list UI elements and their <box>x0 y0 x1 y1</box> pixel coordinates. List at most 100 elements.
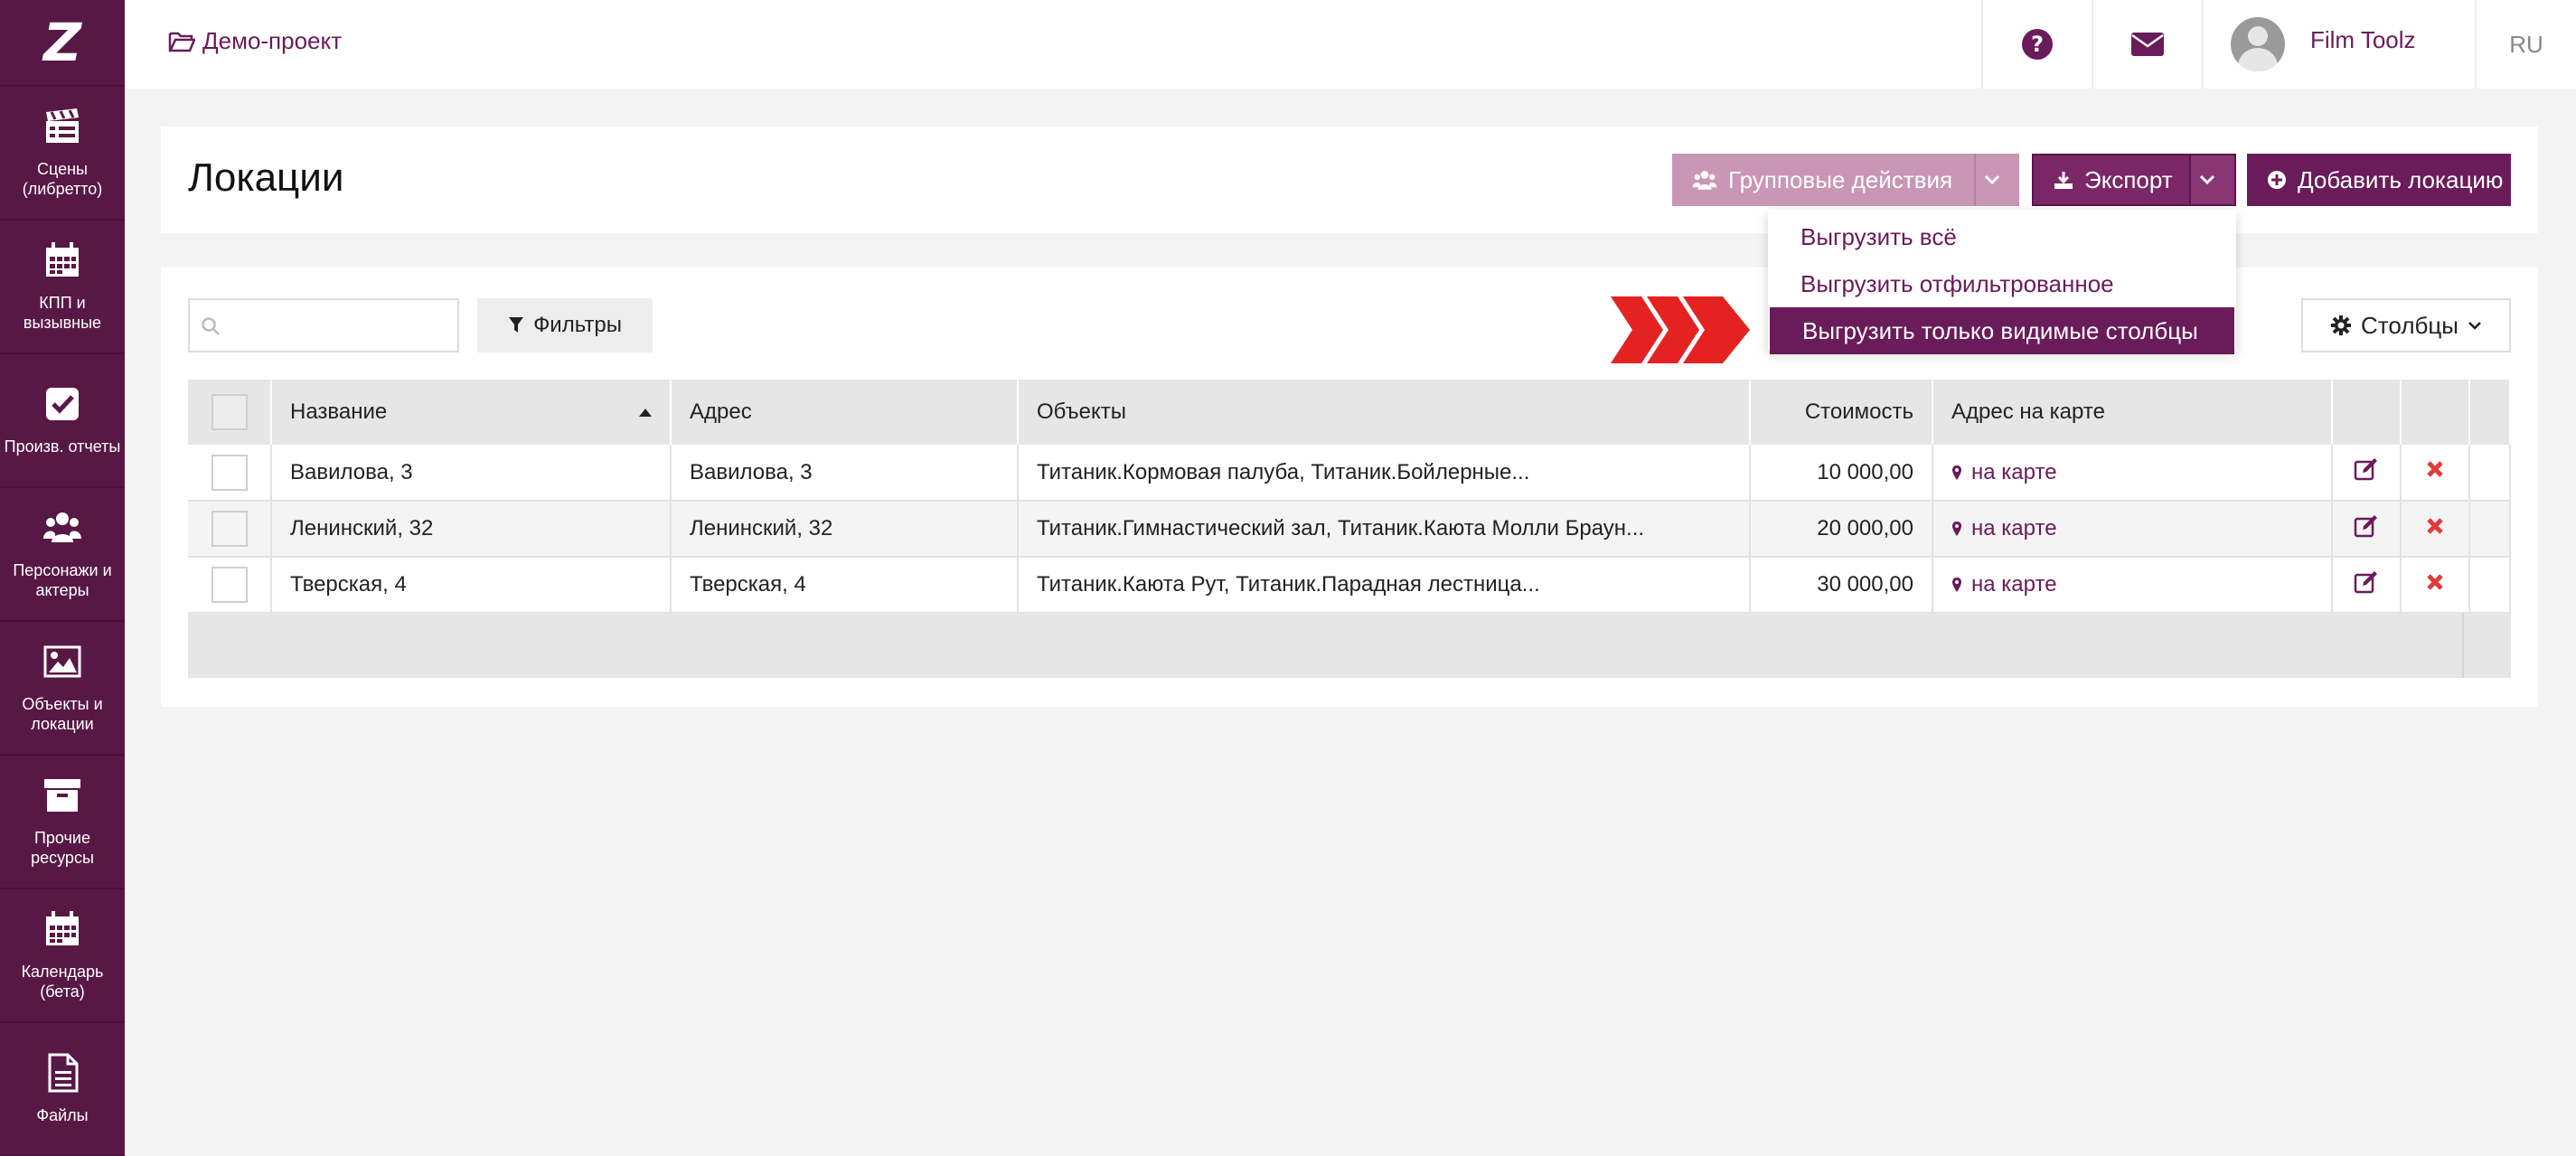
sidebar-item-label: Календарь (бета) <box>21 963 104 1001</box>
edit-icon[interactable] <box>2354 457 2379 481</box>
users-icon <box>43 512 81 542</box>
column-header-edit <box>2332 380 2402 445</box>
sidebar-item-objects[interactable]: Объекты и локации <box>0 622 125 756</box>
map-link-label: на карте <box>1971 572 2057 597</box>
map-link[interactable]: на карте <box>1951 516 2313 541</box>
edit-cell <box>2332 501 2402 558</box>
menu-item-label: Выгрузить всё <box>1800 222 1957 250</box>
plus-circle-icon <box>2268 171 2286 189</box>
help-button[interactable]: ? <box>1981 0 2092 89</box>
row-checkbox[interactable] <box>211 454 248 491</box>
cell-cost: 10 000,00 <box>1750 445 1933 502</box>
archive-icon <box>44 779 80 812</box>
column-header-name[interactable]: Название <box>271 380 672 445</box>
row-checkbox[interactable] <box>211 511 248 547</box>
export-button[interactable]: Экспорт <box>2032 154 2191 206</box>
table-row: Ленинский, 32 Ленинский, 32 Титаник.Гимн… <box>188 501 2511 558</box>
map-link[interactable]: на карте <box>1951 572 2313 597</box>
clapperboard-icon <box>46 108 79 143</box>
select-all-checkbox[interactable] <box>211 394 248 430</box>
column-header-address[interactable]: Адрес <box>671 380 1019 445</box>
search-icon <box>202 317 220 335</box>
cell-cost: 30 000,00 <box>1750 557 1933 614</box>
users-icon <box>1692 170 1717 190</box>
breadcrumb-project[interactable]: Демо-проект <box>168 27 342 55</box>
column-header-label: Стоимость <box>1804 399 1913 424</box>
export-label: Экспорт <box>2084 165 2173 193</box>
cell-address: Тверская, 4 <box>671 557 1019 614</box>
page-title: Локации <box>188 155 344 200</box>
sidebar-item-label: Объекты и локации <box>22 695 103 733</box>
row-select-cell <box>188 557 272 614</box>
column-header-label: Адрес на карте <box>1951 399 2105 424</box>
app-logo[interactable]: Z <box>0 0 125 87</box>
cell-objects: Титаник.Кормовая палуба, Титаник.Бойлерн… <box>1018 445 1751 502</box>
folder-open-icon <box>168 32 195 52</box>
cell-map: на карте <box>1932 445 2333 502</box>
sidebar-item-resources[interactable]: Прочие ресурсы <box>0 756 125 889</box>
search-box[interactable] <box>188 298 459 352</box>
sidebar-item-scenes[interactable]: Сцены (либретто) <box>0 87 125 221</box>
sidebar-item-characters[interactable]: Персонажи и актеры <box>0 488 125 622</box>
group-actions-dropdown-toggle[interactable] <box>1974 154 2019 206</box>
delete-cell <box>2401 501 2470 558</box>
menu-item-label: Выгрузить только видимые столбцы <box>1802 316 2198 344</box>
column-header-objects[interactable]: Объекты <box>1018 380 1751 445</box>
export-all-item[interactable]: Выгрузить всё <box>1768 213 2236 260</box>
edit-cell <box>2332 557 2402 614</box>
cell-objects: Титаник.Гимнастический зал, Титаник.Кают… <box>1018 501 1751 558</box>
column-header-label: Название <box>290 399 388 424</box>
row-spacer <box>2469 501 2511 558</box>
row-spacer <box>2469 445 2511 502</box>
table-footer <box>188 613 2511 678</box>
messages-button[interactable] <box>2092 0 2202 89</box>
export-visible-columns-item[interactable]: Выгрузить только видимые столбцы <box>1770 307 2234 354</box>
table-header-row: Название Адрес Объекты Стоимость Адрес н… <box>188 380 2511 445</box>
export-dropdown-menu: Выгрузить всё Выгрузить отфильтрованное … <box>1768 210 2236 354</box>
user-menu[interactable]: Film Toolz <box>2202 0 2475 89</box>
export-dropdown-toggle[interactable] <box>2191 154 2236 206</box>
column-header-delete <box>2401 380 2470 445</box>
search-input[interactable] <box>231 307 448 343</box>
calendar-icon <box>46 242 79 277</box>
export-filtered-item[interactable]: Выгрузить отфильтрованное <box>1768 260 2236 307</box>
sidebar-item-files[interactable]: Файлы <box>0 1023 125 1156</box>
file-icon <box>48 1053 79 1093</box>
top-bar: Демо-проект ? Film Toolz RU <box>125 0 2576 89</box>
chevron-down-icon <box>2468 322 2481 330</box>
filters-label: Фильтры <box>533 313 622 337</box>
sidebar-item-calendar[interactable]: Календарь (бета) <box>0 889 125 1023</box>
edit-icon[interactable] <box>2354 514 2379 538</box>
menu-item-label: Выгрузить отфильтрованное <box>1800 269 2114 297</box>
sidebar-item-reports[interactable]: Произв. отчеты <box>0 354 125 488</box>
cell-address: Ленинский, 32 <box>671 501 1019 558</box>
group-actions-button[interactable]: Групповые действия <box>1672 154 1974 206</box>
column-header-cost[interactable]: Стоимость <box>1750 380 1933 445</box>
column-header-label: Адрес <box>690 399 752 424</box>
add-location-button[interactable]: Добавить локацию <box>2247 154 2511 206</box>
column-header-map-address[interactable]: Адрес на карте <box>1932 380 2333 445</box>
locations-table: Название Адрес Объекты Стоимость Адрес н… <box>188 380 2511 614</box>
image-icon <box>43 645 81 678</box>
language-switcher[interactable]: RU <box>2475 0 2576 89</box>
sidebar-item-kpp[interactable]: КПП и вызывные <box>0 221 125 354</box>
map-marker-icon <box>1952 465 1961 480</box>
chevron-down-icon <box>2199 174 2215 185</box>
delete-icon[interactable] <box>2425 459 2445 479</box>
edit-icon[interactable] <box>2354 570 2379 594</box>
sidebar-item-label: Файлы <box>36 1106 89 1124</box>
delete-icon[interactable] <box>2425 572 2445 592</box>
cell-objects: Титаник.Каюта Рут, Титаник.Парадная лест… <box>1018 557 1751 614</box>
map-link-label: на карте <box>1971 516 2057 540</box>
logo-text: Z <box>42 12 82 73</box>
columns-button[interactable]: Столбцы <box>2301 298 2511 352</box>
map-link[interactable]: на карте <box>1951 460 2313 485</box>
row-checkbox[interactable] <box>211 567 248 603</box>
sidebar-item-label: Произв. отчеты <box>4 437 121 456</box>
checkbox-icon <box>46 388 79 420</box>
calendar-icon <box>46 911 79 945</box>
filters-button[interactable]: Фильтры <box>477 298 653 352</box>
cell-map: на карте <box>1932 557 2333 614</box>
delete-icon[interactable] <box>2425 516 2445 536</box>
delete-cell <box>2401 557 2470 614</box>
